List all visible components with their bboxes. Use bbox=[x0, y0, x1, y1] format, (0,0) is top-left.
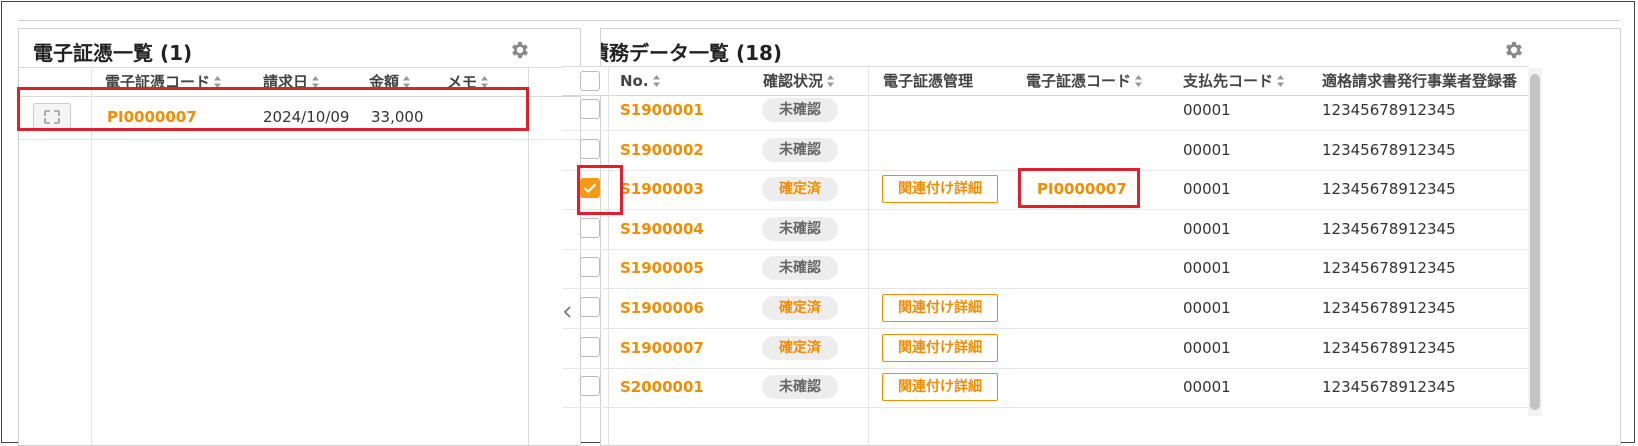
payable-no-link[interactable]: S1900006 bbox=[620, 288, 704, 328]
payee-code: 00001 bbox=[1183, 378, 1231, 397]
sort-icon bbox=[214, 76, 222, 88]
table-row[interactable]: PI0000007 2024/10/09 33,000 bbox=[19, 95, 580, 140]
check-icon bbox=[583, 183, 597, 194]
voucher-list-panel: 電子証憑一覧 (1) 電子証憑コード 請求日 金額 メモ PI0000007 2… bbox=[18, 28, 581, 446]
col-header-amount[interactable]: 金額 bbox=[369, 68, 411, 96]
payable-no-link[interactable]: S1900007 bbox=[620, 328, 704, 368]
payable-no-link[interactable]: S1900004 bbox=[620, 209, 704, 249]
expand-button[interactable] bbox=[33, 103, 71, 131]
table-row[interactable]: S1900003 確定済 関連付け詳細 PI0000007 00001 123456789… bbox=[562, 169, 1529, 211]
voucher-code-link[interactable]: PI0000007 bbox=[1037, 169, 1127, 209]
voucher-table-header: 電子証憑コード 請求日 金額 メモ bbox=[19, 67, 580, 97]
select-all-checkbox[interactable] bbox=[580, 71, 600, 91]
link-detail-button[interactable]: 関連付け詳細 bbox=[882, 175, 998, 204]
table-row[interactable]: S1900001 未確認 00001 12345678912345 bbox=[562, 90, 1529, 131]
sort-icon bbox=[1135, 75, 1143, 87]
table-row[interactable]: S1900002 未確認 00001 12345678912345 bbox=[562, 130, 1529, 171]
link-detail-button[interactable]: 関連付け詳細 bbox=[882, 333, 998, 362]
payable-no-link[interactable]: S2000001 bbox=[620, 367, 704, 407]
row-checkbox[interactable] bbox=[580, 178, 600, 199]
payee-code: 00001 bbox=[1183, 219, 1231, 238]
payee-code: 00001 bbox=[1183, 101, 1231, 119]
payee-code: 00001 bbox=[1183, 299, 1231, 317]
payee-code: 00001 bbox=[1183, 259, 1231, 278]
status-badge: 未確認 bbox=[762, 98, 838, 122]
payable-no-link[interactable]: S1900001 bbox=[620, 90, 704, 130]
gear-icon[interactable] bbox=[1503, 39, 1525, 61]
link-detail-button[interactable]: 関連付け詳細 bbox=[882, 294, 998, 322]
scrollbar-thumb[interactable] bbox=[1530, 74, 1540, 410]
amount: 33,000 bbox=[371, 108, 424, 126]
payee-code: 00001 bbox=[1183, 180, 1231, 199]
table-row[interactable]: S2000001 未確認 関連付け詳細 00001 12345678912345 bbox=[562, 367, 1529, 409]
sort-icon bbox=[312, 76, 320, 88]
registration-number: 12345678912345 bbox=[1322, 180, 1456, 199]
status-badge: 未確認 bbox=[762, 256, 838, 281]
expand-icon bbox=[44, 110, 60, 124]
sort-icon bbox=[652, 75, 660, 87]
voucher-list-title: 電子証憑一覧 (1) bbox=[33, 41, 193, 65]
registration-number: 12345678912345 bbox=[1322, 140, 1456, 159]
sort-icon bbox=[1277, 75, 1285, 87]
sort-icon bbox=[403, 76, 411, 88]
col-header-voucher-code[interactable]: 電子証憑コード bbox=[105, 68, 222, 96]
top-divider bbox=[18, 20, 1620, 21]
registration-number: 12345678912345 bbox=[1322, 338, 1456, 357]
sort-icon bbox=[827, 75, 835, 87]
status-badge: 未確認 bbox=[762, 137, 838, 162]
voucher-code-link[interactable]: PI0000007 bbox=[107, 95, 197, 139]
payable-no-link[interactable]: S1900005 bbox=[620, 248, 704, 288]
invoice-date: 2024/10/09 bbox=[263, 108, 350, 126]
table-row[interactable]: S1900006 確定済 関連付け詳細 00001 12345678912345 bbox=[562, 288, 1529, 329]
payee-code: 00001 bbox=[1183, 338, 1231, 357]
link-detail-button[interactable]: 関連付け詳細 bbox=[882, 373, 998, 402]
table-row[interactable]: S1900007 確定済 関連付け詳細 00001 12345678912345 bbox=[562, 328, 1529, 369]
status-badge: 確定済 bbox=[762, 296, 838, 320]
row-checkbox[interactable] bbox=[580, 336, 600, 357]
status-badge: 確定済 bbox=[762, 335, 838, 360]
registration-number: 12345678912345 bbox=[1322, 378, 1456, 397]
payable-list-title: 債務データ一覧 (18) bbox=[600, 41, 783, 65]
registration-number: 12345678912345 bbox=[1322, 299, 1456, 317]
status-badge: 未確認 bbox=[762, 375, 838, 400]
row-checkbox[interactable] bbox=[580, 297, 600, 317]
vertical-scrollbar[interactable] bbox=[1528, 68, 1542, 416]
gear-icon[interactable] bbox=[509, 39, 531, 61]
row-checkbox[interactable] bbox=[580, 376, 600, 397]
payable-table: No. 確認状況 電子証憑管理 電子証憑コード 支払先コード 適格請求書発行事業… bbox=[562, 66, 1529, 446]
registration-number: 12345678912345 bbox=[1322, 259, 1456, 278]
sort-icon bbox=[481, 76, 489, 88]
payable-no-link[interactable]: S1900002 bbox=[620, 130, 704, 170]
status-badge: 確定済 bbox=[762, 177, 838, 202]
table-row[interactable]: S1900005 未確認 00001 12345678912345 bbox=[562, 248, 1529, 290]
registration-number: 12345678912345 bbox=[1322, 219, 1456, 238]
row-checkbox[interactable] bbox=[580, 138, 600, 159]
payee-code: 00001 bbox=[1183, 140, 1231, 159]
registration-number: 12345678912345 bbox=[1322, 101, 1456, 119]
col-header-invoice-date[interactable]: 請求日 bbox=[263, 68, 320, 96]
table-row[interactable]: S1900004 未確認 00001 12345678912345 bbox=[562, 209, 1529, 250]
payable-no-link[interactable]: S1900003 bbox=[620, 169, 704, 209]
row-checkbox[interactable] bbox=[580, 217, 600, 238]
row-checkbox[interactable] bbox=[580, 99, 600, 119]
col-header-memo[interactable]: メモ bbox=[447, 68, 489, 96]
status-badge: 未確認 bbox=[762, 216, 838, 241]
row-checkbox[interactable] bbox=[580, 257, 600, 278]
